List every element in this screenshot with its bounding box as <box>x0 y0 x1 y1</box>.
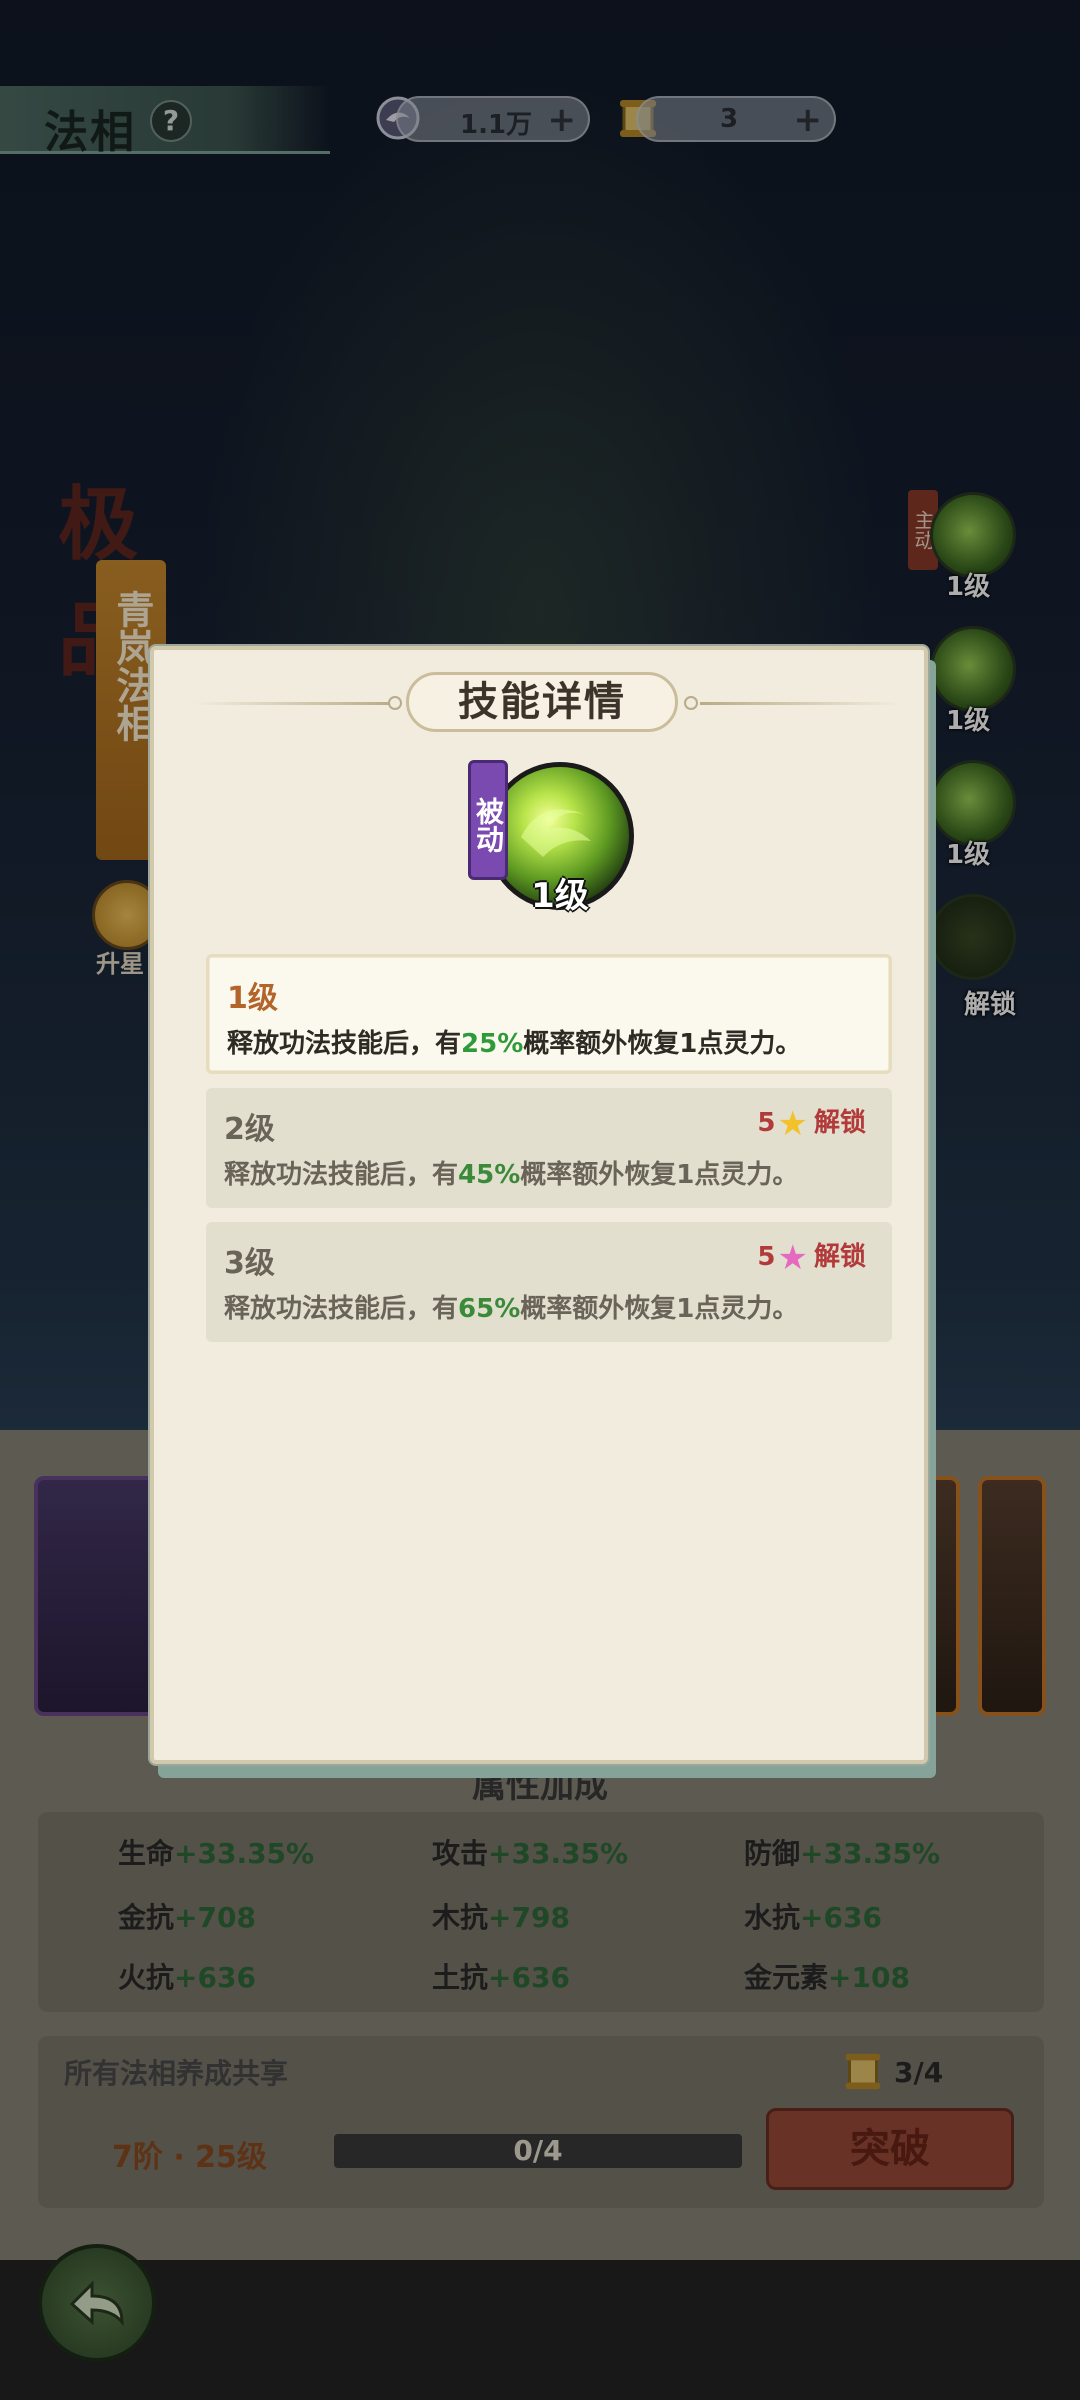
unlock-requirement: 5★ 解锁 <box>757 1104 866 1144</box>
unlock-requirement: 5★ 解锁 <box>757 1238 866 1278</box>
level-row-2: 2级 5★ 解锁 释放功法技能后，有45%概率额外恢复1点灵力。 <box>206 1088 892 1208</box>
title-divider-left <box>194 702 394 705</box>
gold-star-icon: ★ <box>777 1104 808 1144</box>
level-name: 1级 <box>227 981 278 1016</box>
title-dot-right <box>684 696 698 710</box>
pink-star-icon: ★ <box>777 1238 808 1278</box>
skill-detail-dialog: 技能详情 被动 1级 1级 释放功法技能后，有25%概率额外恢复1点灵力。 2级… <box>150 646 928 1764</box>
level-description: 释放功法技能后，有25%概率额外恢复1点灵力。 <box>227 1029 802 1059</box>
title-divider-right <box>700 702 900 705</box>
level-description: 释放功法技能后，有65%概率额外恢复1点灵力。 <box>224 1294 799 1324</box>
dialog-title-plate: 技能详情 <box>406 672 678 732</box>
level-percent: 65% <box>458 1294 521 1324</box>
skill-icon-level: 1级 <box>531 876 589 916</box>
level-row-3: 3级 5★ 解锁 释放功法技能后，有65%概率额外恢复1点灵力。 <box>206 1222 892 1342</box>
level-name: 3级 <box>224 1246 275 1281</box>
level-percent: 45% <box>458 1160 521 1190</box>
level-description: 释放功法技能后，有45%概率额外恢复1点灵力。 <box>224 1160 799 1190</box>
dialog-title: 技能详情 <box>458 679 626 725</box>
level-percent: 25% <box>461 1029 524 1059</box>
level-name: 2级 <box>224 1112 275 1147</box>
title-dot-left <box>388 696 402 710</box>
level-row-1: 1级 释放功法技能后，有25%概率额外恢复1点灵力。 <box>206 954 892 1074</box>
passive-tag: 被动 <box>468 760 508 880</box>
